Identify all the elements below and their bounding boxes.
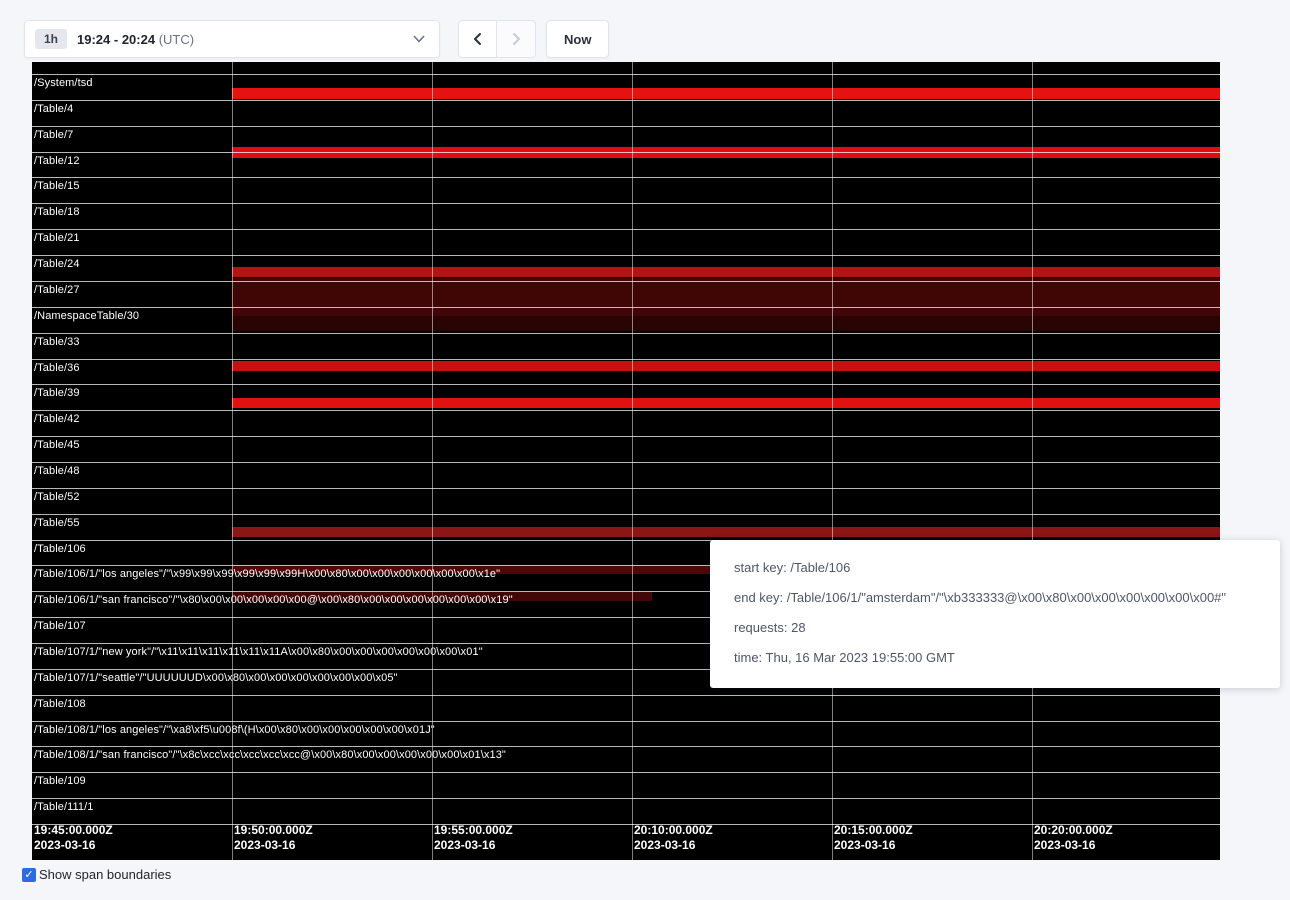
span-boundary-line <box>32 307 1220 308</box>
span-boundary-line <box>32 488 1220 489</box>
span-boundary-line <box>32 721 1220 722</box>
time-zone-label: (UTC) <box>159 32 194 47</box>
span-boundary-line <box>32 798 1220 799</box>
span-boundary-line <box>32 74 1220 75</box>
span-key-label: /Table/111/1 <box>34 801 94 813</box>
hot-band <box>232 361 1220 371</box>
span-boundary-line <box>32 255 1220 256</box>
span-key-label: /Table/27 <box>34 284 80 296</box>
span-key-label: /Table/107 <box>34 620 86 632</box>
span-boundary-line <box>32 410 1220 411</box>
span-tooltip: start key: /Table/106 end key: /Table/10… <box>710 540 1280 688</box>
span-key-label: /Table/108/1/"los angeles"/"\xa8\xf5\u00… <box>34 724 435 736</box>
span-key-label: /Table/106/1/"san francisco"/"\x80\x00\x… <box>34 594 513 606</box>
span-boundary-line <box>32 772 1220 773</box>
span-boundary-line <box>32 436 1220 437</box>
duration-badge: 1h <box>35 29 67 49</box>
time-range-value: 19:24 - 20:24 <box>77 32 155 47</box>
span-boundary-line <box>32 126 1220 127</box>
span-key-label: /Table/42 <box>34 413 80 425</box>
span-boundary-line <box>32 746 1220 747</box>
time-axis-tick: 19:55:00.000Z2023-03-16 <box>434 823 513 853</box>
time-nav-buttons <box>458 20 536 58</box>
span-key-label: /System/tsd <box>34 77 93 89</box>
tooltip-requests: requests: 28 <box>734 620 1256 635</box>
now-button[interactable]: Now <box>546 20 609 58</box>
prev-time-button[interactable] <box>458 20 497 58</box>
time-axis-tick: 19:50:00.000Z2023-03-16 <box>234 823 313 853</box>
span-key-label: /Table/24 <box>34 258 80 270</box>
span-key-label: /Table/106 <box>34 543 86 555</box>
checkbox-checked-icon[interactable]: ✓ <box>22 868 36 882</box>
time-axis-tick: 20:20:00.000Z2023-03-16 <box>1034 823 1113 853</box>
tooltip-time: time: Thu, 16 Mar 2023 19:55:00 GMT <box>734 650 1256 665</box>
span-key-label: /NamespaceTable/30 <box>34 310 139 322</box>
span-boundary-line <box>32 229 1220 230</box>
checkbox-label: Show span boundaries <box>39 867 171 882</box>
time-axis-tick: 19:45:00.000Z2023-03-16 <box>34 823 113 853</box>
tooltip-end-key: end key: /Table/106/1/"amsterdam"/"\xb33… <box>734 590 1256 605</box>
span-key-label: /Table/21 <box>34 232 80 244</box>
span-key-label: /Table/107/1/"new york"/"\x11\x11\x11\x1… <box>34 646 483 658</box>
span-key-label: /Table/7 <box>34 129 73 141</box>
span-key-label: /Table/108 <box>34 698 86 710</box>
next-time-button[interactable] <box>497 20 536 58</box>
keyspace-heatmap[interactable]: start key: /Table/106 end key: /Table/10… <box>32 62 1220 860</box>
chevron-left-icon <box>471 32 485 46</box>
span-boundary-line <box>32 177 1220 178</box>
hot-band <box>232 267 1220 277</box>
tooltip-start-key: start key: /Table/106 <box>734 560 1256 575</box>
span-boundary-line <box>32 462 1220 463</box>
span-boundary-line <box>32 695 1220 696</box>
span-key-label: /Table/48 <box>34 465 80 477</box>
hot-band <box>232 316 1220 331</box>
span-boundary-line <box>32 514 1220 515</box>
hot-band <box>232 527 1220 537</box>
show-span-boundaries-toggle[interactable]: ✓ Show span boundaries <box>22 867 171 882</box>
span-boundary-line <box>32 203 1220 204</box>
span-key-label: /Table/12 <box>34 155 80 167</box>
span-key-label: /Table/52 <box>34 491 80 503</box>
span-boundary-line <box>32 333 1220 334</box>
span-boundary-line <box>32 384 1220 385</box>
hot-band <box>232 88 1220 99</box>
span-key-label: /Table/33 <box>34 336 80 348</box>
time-range-label: 19:24 - 20:24 (UTC) <box>77 32 194 47</box>
hot-band <box>232 398 1220 408</box>
time-axis-tick: 20:10:00.000Z2023-03-16 <box>634 823 713 853</box>
span-key-label: /Table/55 <box>34 517 80 529</box>
time-range-dropdown[interactable]: 1h 19:24 - 20:24 (UTC) <box>24 20 440 58</box>
span-key-label: /Table/18 <box>34 206 80 218</box>
time-axis-tick: 20:15:00.000Z2023-03-16 <box>834 823 913 853</box>
span-boundary-line <box>32 281 1220 282</box>
span-boundary-line <box>32 152 1220 153</box>
span-key-label: /Table/45 <box>34 439 80 451</box>
span-key-label: /Table/106/1/"los angeles"/"\x99\x99\x99… <box>34 568 500 580</box>
span-boundary-line <box>32 100 1220 101</box>
hot-band <box>232 278 1220 316</box>
span-boundary-line <box>32 359 1220 360</box>
span-key-label: /Table/36 <box>34 362 80 374</box>
span-key-label: /Table/15 <box>34 180 80 192</box>
time-toolbar: 1h 19:24 - 20:24 (UTC) Now <box>24 20 609 58</box>
span-key-label: /Table/39 <box>34 387 80 399</box>
span-key-label: /Table/107/1/"seattle"/"UUUUUUD\x00\x80\… <box>34 672 398 684</box>
chevron-right-icon <box>509 32 523 46</box>
span-key-label: /Table/108/1/"san francisco"/"\x8c\xcc\x… <box>34 749 506 761</box>
span-key-label: /Table/109 <box>34 775 86 787</box>
span-key-label: /Table/4 <box>34 103 73 115</box>
chevron-down-icon <box>413 35 425 43</box>
